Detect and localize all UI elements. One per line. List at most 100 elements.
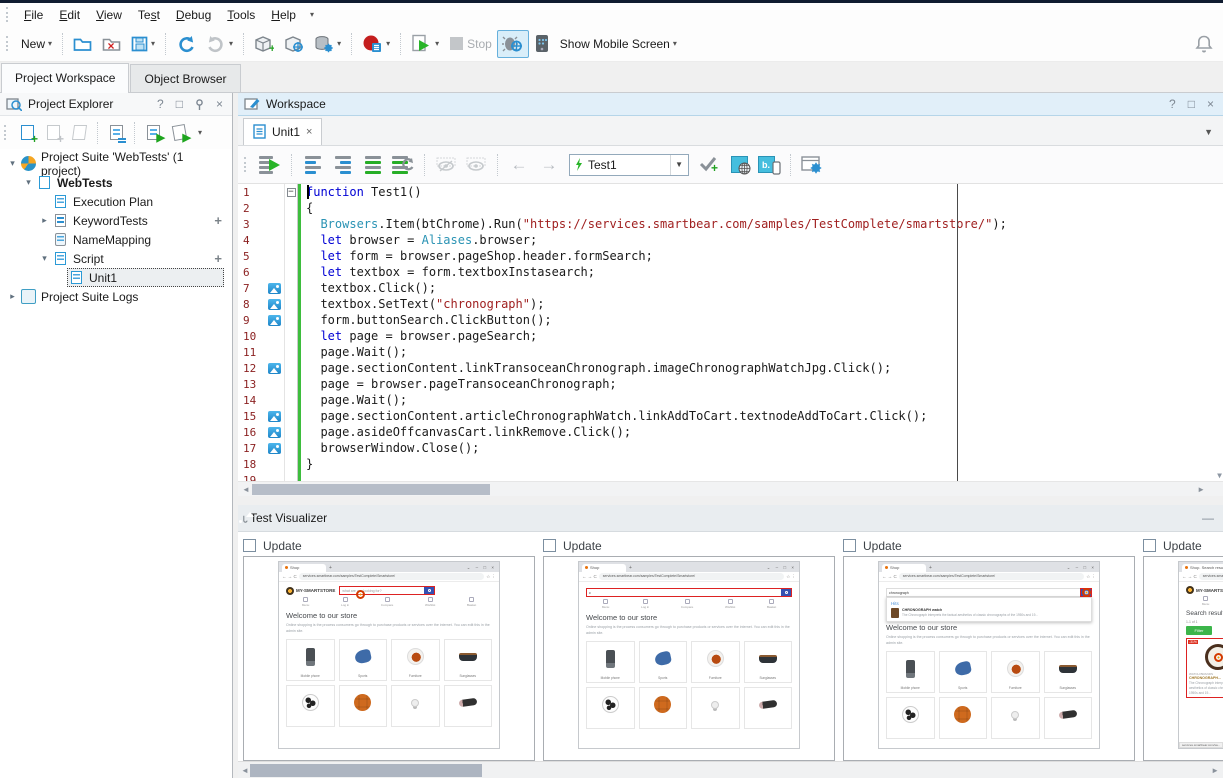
indent-left-button[interactable] bbox=[299, 151, 327, 179]
editor-hscrollbar[interactable]: ◄ ► bbox=[238, 481, 1223, 496]
visualizer-hscrollbar[interactable]: ◄ ► bbox=[238, 761, 1223, 778]
pin-icon[interactable] bbox=[192, 99, 207, 110]
save-button[interactable]: ▾ bbox=[126, 30, 160, 58]
toolbar-grip[interactable] bbox=[6, 7, 11, 22]
menu-debug[interactable]: Debug bbox=[168, 5, 219, 25]
test-selector-combobox[interactable]: Test1 ▼ bbox=[569, 154, 689, 176]
tree-item-unit1[interactable]: Unit1 bbox=[0, 268, 232, 287]
add-new-item-button[interactable]: + bbox=[40, 120, 66, 146]
visualizer-image-icon[interactable] bbox=[268, 411, 281, 422]
test-selector-caret[interactable]: ▼ bbox=[670, 155, 687, 175]
toolbar-grip[interactable] bbox=[6, 36, 11, 51]
help-icon[interactable]: ? bbox=[154, 98, 167, 110]
update-checkbox[interactable] bbox=[843, 539, 856, 552]
tree-expander[interactable]: ▸ bbox=[6, 291, 19, 302]
show-mobile-screen-button[interactable]: Show Mobile Screen▾ bbox=[555, 30, 682, 58]
menu-file[interactable]: File bbox=[16, 5, 51, 25]
tab-unit1[interactable]: Unit1 × bbox=[243, 118, 322, 145]
tab-project-workspace[interactable]: Project Workspace bbox=[1, 63, 129, 93]
run-test-button[interactable]: ▾ bbox=[406, 30, 444, 58]
bscroll-left-arrow[interactable]: ◄ bbox=[241, 766, 249, 775]
cross-browser-button[interactable] bbox=[725, 151, 753, 179]
revert-format-button[interactable] bbox=[389, 151, 417, 179]
menu-view[interactable]: View bbox=[88, 5, 130, 25]
hscroll-right-arrow[interactable]: ► bbox=[1197, 485, 1205, 494]
update-checkbox[interactable] bbox=[243, 539, 256, 552]
hscroll-thumb[interactable] bbox=[252, 484, 490, 495]
redo-button[interactable]: ▾ bbox=[201, 30, 238, 58]
visualizer-thumbnail[interactable]: Shop+⌄ – □ × ← → Cservices.smartbear.com… bbox=[843, 556, 1135, 761]
fold-marker-icon[interactable]: − bbox=[287, 188, 296, 197]
visualizer-thumbnail[interactable]: Shop. Search result f+⌄ – □ × ← → Cservi… bbox=[1143, 556, 1223, 761]
maximize-icon[interactable]: □ bbox=[1185, 98, 1198, 110]
run-suite-button[interactable]: ▶ bbox=[166, 120, 192, 146]
tree-expander[interactable]: ▾ bbox=[38, 253, 51, 264]
show-code-button[interactable] bbox=[462, 151, 490, 179]
visualizer-image-icon[interactable] bbox=[268, 363, 281, 374]
tab-list-caret[interactable]: ▼ bbox=[1204, 127, 1213, 137]
add-check-button[interactable]: + bbox=[695, 151, 723, 179]
tree-item-namemapping[interactable]: NameMapping bbox=[0, 230, 232, 249]
add-item-plus[interactable]: + bbox=[214, 251, 222, 266]
tree-expander[interactable]: ▸ bbox=[38, 215, 51, 226]
navigate-forward-button[interactable]: → bbox=[535, 151, 563, 179]
toolbar-grip[interactable] bbox=[244, 157, 249, 172]
indent-right-button[interactable] bbox=[329, 151, 357, 179]
mobile-screen-button[interactable] bbox=[529, 30, 555, 58]
visualizer-image-icon[interactable] bbox=[268, 283, 281, 294]
record-button[interactable]: ▾ bbox=[357, 30, 395, 58]
maximize-icon[interactable]: □ bbox=[173, 98, 186, 110]
minimize-icon[interactable]: — bbox=[1199, 512, 1217, 524]
format-code-button[interactable] bbox=[359, 151, 387, 179]
open-file-button[interactable] bbox=[68, 30, 97, 58]
close-icon[interactable]: × bbox=[1204, 98, 1217, 110]
add-project-button[interactable]: + bbox=[14, 120, 40, 146]
run-project-button[interactable]: ▶ bbox=[140, 120, 166, 146]
tab-object-browser[interactable]: Object Browser bbox=[130, 64, 240, 92]
visualizer-image-icon[interactable] bbox=[268, 427, 281, 438]
close-file-button[interactable]: × bbox=[97, 30, 126, 58]
undo-button[interactable] bbox=[171, 30, 201, 58]
menu-help[interactable]: Help bbox=[263, 5, 304, 25]
menu-test[interactable]: Test bbox=[130, 5, 168, 25]
tree-item-keywordtests[interactable]: ▸KeywordTests+ bbox=[0, 211, 232, 230]
close-icon[interactable]: × bbox=[213, 98, 226, 110]
code-editor[interactable]: 1−function Test1()2{3 Browsers.Item(btCh… bbox=[238, 184, 1223, 481]
add-object-button[interactable]: + bbox=[249, 30, 279, 58]
tree-item-project-suite-logs[interactable]: ▸Project Suite Logs bbox=[0, 287, 232, 306]
object-spy-button[interactable] bbox=[279, 30, 309, 58]
visualizer-image-icon[interactable] bbox=[268, 315, 281, 326]
navigate-back-button[interactable]: ← bbox=[505, 151, 533, 179]
hscroll-left-arrow[interactable]: ◄ bbox=[242, 485, 250, 494]
help-icon[interactable]: ? bbox=[1166, 98, 1179, 110]
menu-overflow-caret[interactable]: ▾ bbox=[304, 10, 320, 19]
data-settings-button[interactable]: ▾ bbox=[309, 30, 346, 58]
update-checkbox[interactable] bbox=[1143, 539, 1156, 552]
tree-expander[interactable]: ▾ bbox=[6, 158, 19, 169]
tree-item-project-suite-webtests-1-project-[interactable]: ▾Project Suite 'WebTests' (1 project) bbox=[0, 154, 232, 173]
notifications-button[interactable] bbox=[1189, 30, 1219, 58]
editor-vscroll-down-arrow[interactable]: ▼ bbox=[1217, 471, 1222, 480]
tree-item-webtests[interactable]: ▾WebTests bbox=[0, 173, 232, 192]
bscroll-thumb[interactable] bbox=[250, 764, 482, 777]
hide-code-button[interactable] bbox=[432, 151, 460, 179]
add-item-plus[interactable]: + bbox=[214, 213, 222, 228]
tab-close-icon[interactable]: × bbox=[306, 126, 312, 138]
bscroll-right-arrow[interactable]: ► bbox=[1211, 766, 1219, 775]
toolbar-grip[interactable] bbox=[4, 125, 9, 140]
menu-edit[interactable]: Edit bbox=[51, 5, 88, 25]
stop-button[interactable]: Stop bbox=[444, 30, 497, 58]
new-button[interactable]: New▾ bbox=[16, 30, 57, 58]
tree-item-script[interactable]: ▾Script+ bbox=[0, 249, 232, 268]
debug-toggle-button[interactable] bbox=[497, 30, 529, 58]
update-checkbox[interactable] bbox=[543, 539, 556, 552]
visualizer-thumbnail[interactable]: Shop+⌄ – □ × ← → Cservices.smartbear.com… bbox=[243, 556, 535, 761]
run-options-caret[interactable]: ▾ bbox=[192, 128, 208, 137]
bitbar-run-button[interactable]: b. bbox=[755, 151, 783, 179]
organize-tests-button[interactable] bbox=[103, 120, 129, 146]
visualizer-image-icon[interactable] bbox=[268, 299, 281, 310]
run-current-test-button[interactable] bbox=[256, 151, 284, 179]
tree-expander[interactable]: ▾ bbox=[22, 177, 35, 188]
browser-settings-button[interactable] bbox=[798, 151, 826, 179]
visualizer-thumbnail[interactable]: Shop+⌄ – □ × ← → Cservices.smartbear.com… bbox=[543, 556, 835, 761]
